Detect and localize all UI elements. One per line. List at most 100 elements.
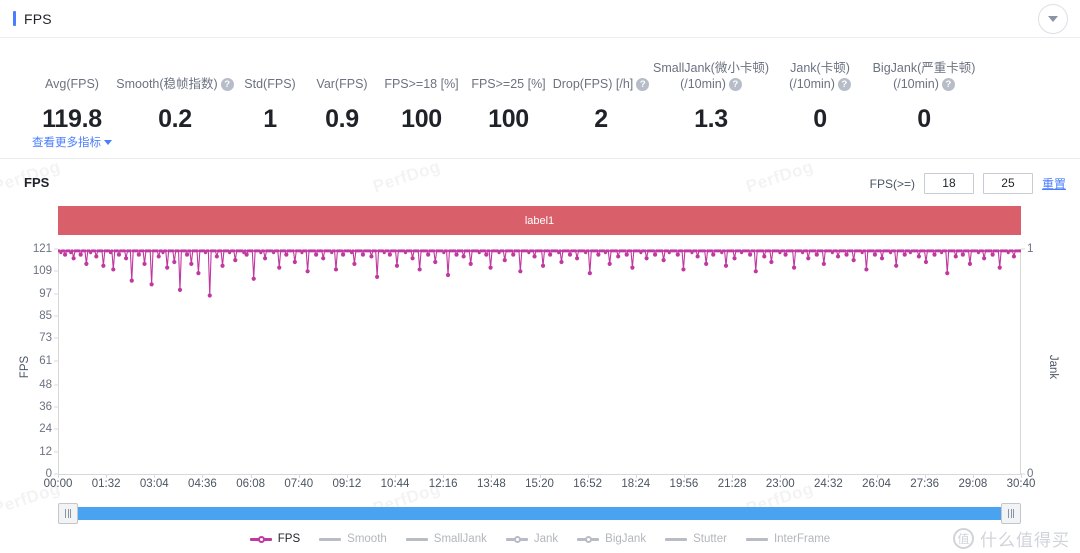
metric-label-text-2: (/10min)	[680, 77, 726, 91]
reset-button[interactable]: 重置	[1042, 175, 1066, 192]
y-axis-tick-mark	[54, 337, 58, 339]
fps-data-point	[460, 249, 464, 253]
fps-data-point	[277, 265, 282, 270]
fps-data-point	[643, 249, 647, 253]
fps-data-point	[110, 249, 114, 253]
fps-data-point	[768, 249, 772, 253]
scrollbar-range-fill[interactable]	[58, 507, 1021, 520]
metric-label-text: Smooth(稳帧指数)	[116, 77, 218, 91]
y-axis-tick-mark	[54, 360, 58, 362]
x-axis-tick-label: 24:32	[814, 478, 843, 490]
metrics-summary-row: Avg(FPS) 119.8 查看更多指标 Smooth(稳帧指数)? 0.2 Std(F…	[0, 38, 1080, 158]
fps-data-point	[731, 249, 735, 253]
fps-data-point	[851, 258, 856, 263]
series-label-bar-text: label1	[524, 214, 555, 227]
show-more-metrics-link[interactable]: 查看更多指标	[32, 134, 112, 150]
fps-data-point	[616, 254, 621, 259]
fps-data-point	[184, 252, 190, 257]
fps-data-point	[680, 249, 684, 253]
metric-7: SmallJank(微小卡顿) (/10min)? 1.3	[650, 60, 772, 133]
metric-label-text: SmallJank(微小卡顿)	[653, 61, 769, 75]
fps-data-point	[850, 249, 854, 253]
fps-data-point	[188, 249, 192, 253]
fps-data-point	[410, 256, 415, 261]
fps-data-point	[206, 249, 210, 253]
fps-data-point	[959, 249, 963, 253]
metric-label: Std(FPS)	[244, 60, 295, 92]
fps-data-point	[932, 252, 937, 257]
fps-data-point	[244, 252, 249, 257]
x-axis-tick-mark	[491, 474, 493, 478]
metric-3: Var(FPS) 0.9	[306, 60, 378, 133]
fps-plot-area[interactable]: FPS Jank 0 12 24 36 48 61 73 85 97 109 121 0 1 00:00 0…	[19, 243, 1059, 528]
fps-data-point	[394, 249, 398, 253]
scrollbar-right-handle[interactable]	[1001, 503, 1021, 524]
x-axis-tick-mark	[250, 474, 252, 478]
legend-item-bigjank[interactable]: BigJank	[577, 533, 646, 545]
collapse-panel-button[interactable]	[1038, 4, 1068, 34]
x-axis-tick-label: 09:12	[332, 478, 362, 490]
chart-horizontal-scrollbar[interactable]	[58, 503, 1021, 524]
fps-data-point	[990, 252, 995, 257]
fps-data-point	[233, 258, 238, 263]
help-icon[interactable]: ?	[220, 77, 234, 91]
x-axis-tick-label: 19:56	[669, 478, 699, 490]
x-axis-tick-label: 18:24	[621, 478, 651, 490]
fps-data-point	[694, 249, 698, 253]
x-axis-tick-mark	[828, 474, 830, 478]
fps-data-point	[510, 249, 514, 253]
fps-data-point	[703, 249, 707, 253]
fps-data-point	[417, 267, 422, 272]
y-axis-tick-mark	[54, 384, 58, 386]
fps-data-point	[982, 256, 987, 261]
help-icon[interactable]: ?	[636, 77, 650, 91]
y-axis-tick-label: 12	[39, 445, 52, 458]
x-axis-tick-mark	[58, 474, 59, 478]
x-axis-tick-mark	[106, 474, 108, 478]
fps-data-point	[488, 265, 493, 270]
legend-item-interframe[interactable]: InterFrame	[745, 533, 830, 545]
fps-data-point	[587, 271, 592, 276]
fps-data-point	[250, 249, 254, 253]
help-icon[interactable]: ?	[837, 77, 851, 91]
fps-data-point	[483, 249, 487, 253]
fps-data-point	[902, 252, 907, 257]
metric-label-text-2: (/10min)	[893, 77, 939, 91]
fps-data-point	[333, 267, 339, 272]
fps-data-point	[629, 249, 633, 253]
x-axis-tick-mark	[683, 474, 685, 478]
fps-data-point	[70, 249, 74, 253]
fps-data-point	[214, 254, 219, 259]
series-label-bar[interactable]: label1	[58, 206, 1021, 235]
legend-item-jank[interactable]: Jank	[505, 532, 559, 545]
fps-data-point	[762, 254, 767, 259]
fps-threshold-low-input[interactable]: 18	[923, 173, 974, 194]
fps-data-point	[952, 249, 956, 253]
x-axis-tick-mark	[876, 474, 878, 478]
legend-item-stutter[interactable]: Stutter	[665, 533, 727, 545]
fps-data-point	[660, 249, 664, 253]
help-icon[interactable]: ?	[941, 77, 955, 91]
fps-data-point	[251, 276, 256, 281]
legend-item-smalljank[interactable]: SmallJank	[405, 533, 487, 545]
fps-data-point	[747, 249, 751, 253]
fps-data-point	[409, 249, 413, 253]
fps-threshold-high-input[interactable]: 25	[982, 173, 1033, 194]
fps-data-point	[558, 249, 562, 253]
y-axis-tick-label: 61	[39, 354, 52, 367]
x-axis-tick-mark	[539, 474, 541, 478]
fps-data-point	[517, 249, 521, 253]
scrollbar-left-handle[interactable]	[58, 503, 78, 524]
fps-data-point	[916, 254, 921, 259]
fps-data-point	[454, 252, 459, 257]
fps-data-point	[369, 254, 374, 259]
legend-item-fps[interactable]: FPS	[249, 533, 300, 545]
legend-item-smooth[interactable]: Smooth	[319, 533, 387, 545]
help-icon[interactable]: ?	[728, 77, 742, 91]
fps-data-point	[606, 249, 610, 253]
fps-data-point	[262, 256, 268, 261]
fps-data-point	[304, 249, 308, 253]
legend-label: Jank	[533, 532, 559, 545]
x-axis-tick-label: 26:04	[862, 478, 891, 490]
fps-data-point	[340, 252, 346, 257]
